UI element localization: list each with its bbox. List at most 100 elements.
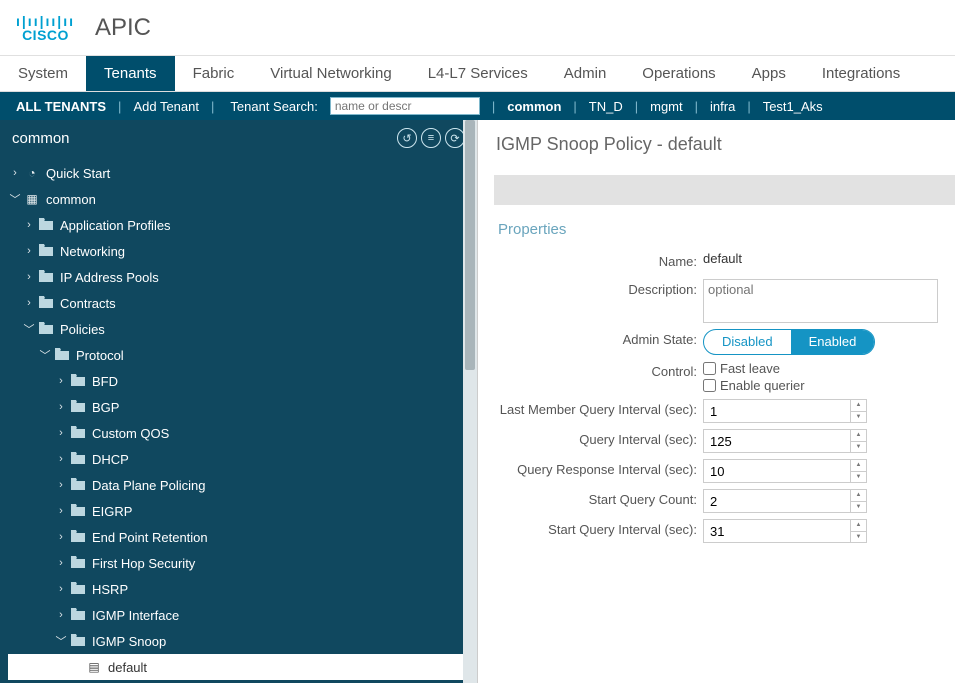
tab-l4l7[interactable]: L4-L7 Services <box>410 56 546 91</box>
tab-system[interactable]: System <box>0 56 86 91</box>
filter-icon[interactable]: ≡ <box>421 128 441 148</box>
subnav-tenant-infra[interactable]: infra <box>710 99 735 114</box>
tree-protocol[interactable]: ﹀ Protocol <box>8 342 477 368</box>
tenant-search-input[interactable] <box>330 97 480 115</box>
scrollbar-thumb[interactable] <box>465 120 475 370</box>
tree-bgp[interactable]: ›BGP <box>8 394 477 420</box>
admin-state-enabled[interactable]: Enabled <box>791 330 875 354</box>
tree-label: Quick Start <box>46 166 110 181</box>
tab-admin[interactable]: Admin <box>546 56 625 91</box>
refresh-icon[interactable]: ⟳ <box>445 128 465 148</box>
stepper-up-icon[interactable]: ▲ <box>850 460 866 472</box>
tab-virtual-networking[interactable]: Virtual Networking <box>252 56 409 91</box>
enable-querier-checkbox[interactable] <box>703 379 716 392</box>
stepper-up-icon[interactable]: ▲ <box>850 430 866 442</box>
chevron-right-icon: › <box>54 375 68 387</box>
nav-tree: › ◔ Quick Start ﹀ ▦ common › Application… <box>0 156 477 680</box>
tab-operations[interactable]: Operations <box>624 56 733 91</box>
fast-leave-checkbox[interactable] <box>703 362 716 375</box>
page-title: IGMP Snoop Policy - default <box>478 120 955 175</box>
stepper-down-icon[interactable]: ▼ <box>850 412 866 423</box>
admin-state-disabled[interactable]: Disabled <box>704 330 791 354</box>
sqc-label: Start Query Count: <box>478 489 703 511</box>
sqi-label: Start Query Interval (sec): <box>478 519 703 541</box>
chevron-right-icon: › <box>54 427 68 439</box>
tree-policies[interactable]: ﹀ Policies <box>8 316 477 342</box>
tree-label: Networking <box>60 244 125 259</box>
tree-hsrp[interactable]: ›HSRP <box>8 576 477 602</box>
tree-networking[interactable]: › Networking <box>8 238 477 264</box>
tree-common[interactable]: ﹀ ▦ common <box>8 186 477 212</box>
folder-icon <box>70 582 86 597</box>
fast-leave-option[interactable]: Fast leave <box>703 361 805 376</box>
subnav-tenant-common[interactable]: common <box>507 99 561 114</box>
qri-label: Query Response Interval (sec): <box>478 459 703 481</box>
folder-icon <box>70 426 86 441</box>
properties-heading: Properties <box>478 217 955 248</box>
sidebar-heading: common <box>12 130 70 147</box>
tab-tenants[interactable]: Tenants <box>86 56 175 91</box>
stepper-down-icon[interactable]: ▼ <box>850 442 866 453</box>
tree-contracts[interactable]: › Contracts <box>8 290 477 316</box>
tree-application-profiles[interactable]: › Application Profiles <box>8 212 477 238</box>
tree-bfd[interactable]: › BFD <box>8 368 477 394</box>
subnav-add-tenant[interactable]: Add Tenant <box>133 99 199 114</box>
sqi-input[interactable] <box>703 519 867 543</box>
qri-input[interactable] <box>703 459 867 483</box>
tree-label: End Point Retention <box>92 530 208 545</box>
folder-icon <box>70 608 86 623</box>
folder-icon <box>70 556 86 571</box>
tree-label: BFD <box>92 374 118 389</box>
lmqi-input[interactable] <box>703 399 867 423</box>
tree-label: Contracts <box>60 296 116 311</box>
name-value: default <box>703 251 742 266</box>
clock-icon: ◔ <box>24 166 40 180</box>
separator: | <box>211 99 214 114</box>
tab-integrations[interactable]: Integrations <box>804 56 918 91</box>
tree-ip-address-pools[interactable]: › IP Address Pools <box>8 264 477 290</box>
tree-label: BGP <box>92 400 119 415</box>
stepper-down-icon[interactable]: ▼ <box>850 532 866 543</box>
sidebar-scrollbar[interactable] <box>463 120 477 683</box>
folder-icon <box>70 530 86 545</box>
separator: | <box>635 99 638 114</box>
sqc-input[interactable] <box>703 489 867 513</box>
history-icon[interactable]: ↺ <box>397 128 417 148</box>
chevron-right-icon: › <box>54 479 68 491</box>
tree-eigrp[interactable]: ›EIGRP <box>8 498 477 524</box>
stepper-down-icon[interactable]: ▼ <box>850 472 866 483</box>
subnav-all-tenants[interactable]: ALL TENANTS <box>16 99 106 114</box>
tree-data-plane-policing[interactable]: ›Data Plane Policing <box>8 472 477 498</box>
chevron-down-icon: ﹀ <box>54 633 68 649</box>
enable-querier-option[interactable]: Enable querier <box>703 378 805 393</box>
stepper-down-icon[interactable]: ▼ <box>850 502 866 513</box>
subnav-tenant-mgmt[interactable]: mgmt <box>650 99 683 114</box>
tab-fabric[interactable]: Fabric <box>175 56 253 91</box>
tree-quick-start[interactable]: › ◔ Quick Start <box>8 160 477 186</box>
tab-apps[interactable]: Apps <box>734 56 804 91</box>
stepper-up-icon[interactable]: ▲ <box>850 520 866 532</box>
tree-end-point-retention[interactable]: ›End Point Retention <box>8 524 477 550</box>
app-name: APIC <box>95 14 151 42</box>
cisco-logo-bars: ı|ıı|ıı|ıı <box>16 14 75 28</box>
tree-dhcp[interactable]: ›DHCP <box>8 446 477 472</box>
tree-label: IP Address Pools <box>60 270 159 285</box>
tree-igmp-snoop-default[interactable]: ▤ default <box>8 654 477 680</box>
description-input[interactable] <box>703 279 938 323</box>
stepper-up-icon[interactable]: ▲ <box>850 490 866 502</box>
qi-input[interactable] <box>703 429 867 453</box>
tree-igmp-snoop[interactable]: ﹀IGMP Snoop <box>8 628 477 654</box>
separator: | <box>492 99 495 114</box>
subnav-tenant-tn-d[interactable]: TN_D <box>589 99 623 114</box>
tree-igmp-interface[interactable]: ›IGMP Interface <box>8 602 477 628</box>
main-panel: IGMP Snoop Policy - default Properties N… <box>478 120 955 683</box>
subnav-tenant-test1-aks[interactable]: Test1_Aks <box>763 99 823 114</box>
tree-first-hop-security[interactable]: ›First Hop Security <box>8 550 477 576</box>
fast-leave-label: Fast leave <box>720 361 780 376</box>
name-label: Name: <box>478 251 703 273</box>
folder-icon <box>54 348 70 363</box>
subnav-search-label: Tenant Search: <box>230 99 317 114</box>
chevron-down-icon: ﹀ <box>38 347 52 363</box>
stepper-up-icon[interactable]: ▲ <box>850 400 866 412</box>
tree-custom-qos[interactable]: ›Custom QOS <box>8 420 477 446</box>
